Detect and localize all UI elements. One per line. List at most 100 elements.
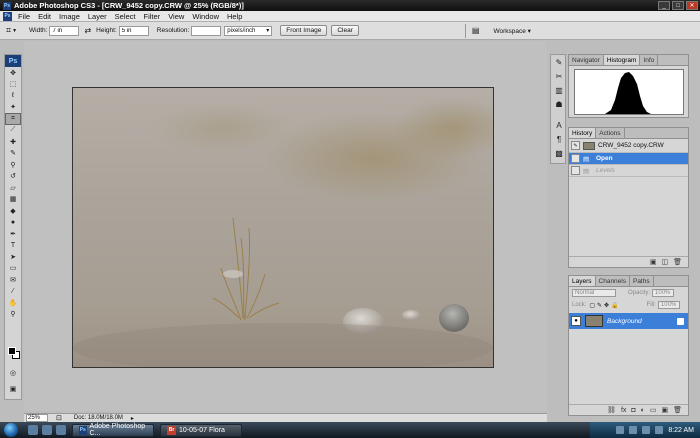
lock-transparency-icon[interactable]: ▢ <box>589 302 595 309</box>
crop-tool-icon[interactable]: ⌗ <box>5 113 21 125</box>
tab-channels[interactable]: Channels <box>596 276 630 286</box>
marquee-tool-icon[interactable]: ⬚ <box>5 79 21 91</box>
taskbar-bridge-button[interactable]: Br 10-05-07 Flora <box>160 423 242 437</box>
clone-source-icon[interactable]: ☗ <box>552 98 566 111</box>
character-panel-icon[interactable]: A <box>552 119 566 132</box>
start-button[interactable] <box>4 423 18 437</box>
path-selection-tool-icon[interactable]: ➤ <box>5 251 21 263</box>
history-item[interactable]: ▤ Levels <box>569 165 688 177</box>
new-snapshot-icon[interactable]: ◫ <box>661 258 668 266</box>
lock-position-icon[interactable]: ✥ <box>604 302 609 309</box>
fill-field[interactable]: 100% <box>657 301 680 309</box>
front-image-button[interactable]: Front Image <box>280 25 328 36</box>
tab-info[interactable]: Info <box>640 55 659 65</box>
menu-help[interactable]: Help <box>223 12 246 21</box>
opacity-field[interactable]: 100% <box>652 289 675 297</box>
menu-view[interactable]: View <box>164 12 188 21</box>
brush-tool-icon[interactable]: ✎ <box>5 148 21 160</box>
taskbar-photoshop-button[interactable]: Ps Adobe Photoshop C... <box>72 423 154 437</box>
history-item[interactable]: ▤ Open <box>569 153 688 165</box>
history-brush-tool-icon[interactable]: ↺ <box>5 171 21 183</box>
link-layers-icon[interactable]: ⛓ <box>607 406 616 414</box>
menu-select[interactable]: Select <box>111 12 140 21</box>
clear-button[interactable]: Clear <box>331 25 359 36</box>
blend-mode-select[interactable]: Normal <box>572 289 616 297</box>
paragraph-panel-icon[interactable]: ¶ <box>552 133 566 146</box>
move-tool-icon[interactable]: ✥ <box>5 67 21 79</box>
gradient-tool-icon[interactable]: ▦ <box>5 194 21 206</box>
blur-tool-icon[interactable]: ◆ <box>5 205 21 217</box>
magic-wand-tool-icon[interactable]: ✦ <box>5 102 21 114</box>
tray-icon[interactable] <box>629 426 638 434</box>
foreground-color-swatch[interactable] <box>8 347 16 355</box>
layer-style-icon[interactable]: fx <box>621 407 626 414</box>
menu-window[interactable]: Window <box>188 12 223 21</box>
history-brush-source-icon[interactable] <box>571 166 580 175</box>
hand-tool-icon[interactable]: ✋ <box>5 297 21 309</box>
tab-history[interactable]: History <box>569 128 597 138</box>
lasso-tool-icon[interactable]: ℓ <box>5 90 21 102</box>
lock-image-icon[interactable]: ✎ <box>597 302 602 309</box>
layer-row-background[interactable]: ● Background <box>569 313 688 329</box>
tray-icon[interactable] <box>616 426 625 434</box>
minimize-button[interactable]: _ <box>658 1 670 10</box>
shape-tool-icon[interactable]: ▭ <box>5 263 21 275</box>
maximize-button[interactable]: □ <box>672 1 684 10</box>
palette-well-icon[interactable]: ▤ <box>472 26 480 35</box>
swap-icon[interactable]: ⇄ <box>84 26 91 35</box>
notes-tool-icon[interactable]: ✉ <box>5 274 21 286</box>
trash-icon[interactable]: 🗑 <box>673 258 682 266</box>
screen-mode-icon[interactable]: ▣ <box>5 383 21 395</box>
browser-icon[interactable] <box>56 425 66 435</box>
crop-tool-icon[interactable]: ⌗ <box>6 25 11 36</box>
clone-stamp-tool-icon[interactable]: ⚲ <box>5 159 21 171</box>
new-group-icon[interactable]: ▭ <box>650 406 657 414</box>
switch-windows-icon[interactable] <box>42 425 52 435</box>
eraser-tool-icon[interactable]: ▱ <box>5 182 21 194</box>
clock[interactable]: 8:22 AM <box>668 427 694 434</box>
workspace-button[interactable]: Workspace ▾ <box>493 27 530 35</box>
zoom-level[interactable]: 25% <box>26 414 48 422</box>
show-desktop-icon[interactable] <box>28 425 38 435</box>
resolution-field[interactable] <box>191 25 222 36</box>
volume-icon[interactable] <box>655 426 664 434</box>
document-image[interactable] <box>72 87 494 368</box>
slice-tool-icon[interactable]: ⟋ <box>5 125 21 137</box>
pen-tool-icon[interactable]: ✒ <box>5 228 21 240</box>
tab-navigator[interactable]: Navigator <box>569 55 604 65</box>
brush-panel-icon[interactable]: ✎ <box>552 56 566 69</box>
quick-mask-icon[interactable]: ◎ <box>5 367 21 379</box>
layer-comps-icon[interactable]: ▥ <box>552 84 566 97</box>
lock-all-icon[interactable]: 🔒 <box>611 302 618 309</box>
network-icon[interactable] <box>642 426 651 434</box>
visibility-eye-icon[interactable]: ● <box>571 316 581 326</box>
chevron-right-icon[interactable]: ▸ <box>131 415 134 422</box>
close-button[interactable]: ✕ <box>686 1 698 10</box>
resolution-unit-select[interactable]: pixels/inch ▾ <box>224 25 273 36</box>
healing-brush-tool-icon[interactable]: ✚ <box>5 136 21 148</box>
history-brush-source-icon[interactable] <box>571 154 580 163</box>
new-document-icon[interactable]: ▣ <box>650 258 657 266</box>
height-field[interactable] <box>118 25 149 36</box>
menu-filter[interactable]: Filter <box>140 12 165 21</box>
menu-file[interactable]: File <box>14 12 34 21</box>
chevron-down-icon[interactable]: ▼ <box>12 28 17 34</box>
swatches-panel-icon[interactable]: ▩ <box>552 147 566 160</box>
tool-presets-icon[interactable]: ✂ <box>552 70 566 83</box>
menu-edit[interactable]: Edit <box>34 12 55 21</box>
adjustment-layer-icon[interactable]: ◐ <box>641 407 645 414</box>
tab-layers[interactable]: Layers <box>569 276 596 286</box>
zoom-tool-icon[interactable]: ⚲ <box>5 309 21 321</box>
tab-paths[interactable]: Paths <box>630 276 654 286</box>
trash-icon[interactable]: 🗑 <box>673 406 682 414</box>
tab-actions[interactable]: Actions <box>596 128 625 138</box>
dodge-tool-icon[interactable]: ● <box>5 217 21 229</box>
type-tool-icon[interactable]: T <box>5 240 21 252</box>
layer-mask-icon[interactable]: ◘ <box>631 407 635 414</box>
eyedropper-tool-icon[interactable]: ⁄ <box>5 286 21 298</box>
history-brush-source-icon[interactable]: ✎ <box>571 141 580 150</box>
new-layer-icon[interactable]: ▣ <box>661 406 668 414</box>
menu-image[interactable]: Image <box>55 12 84 21</box>
history-snapshot[interactable]: ✎ CRW_9452 copy.CRW <box>569 139 688 153</box>
menu-layer[interactable]: Layer <box>84 12 111 21</box>
